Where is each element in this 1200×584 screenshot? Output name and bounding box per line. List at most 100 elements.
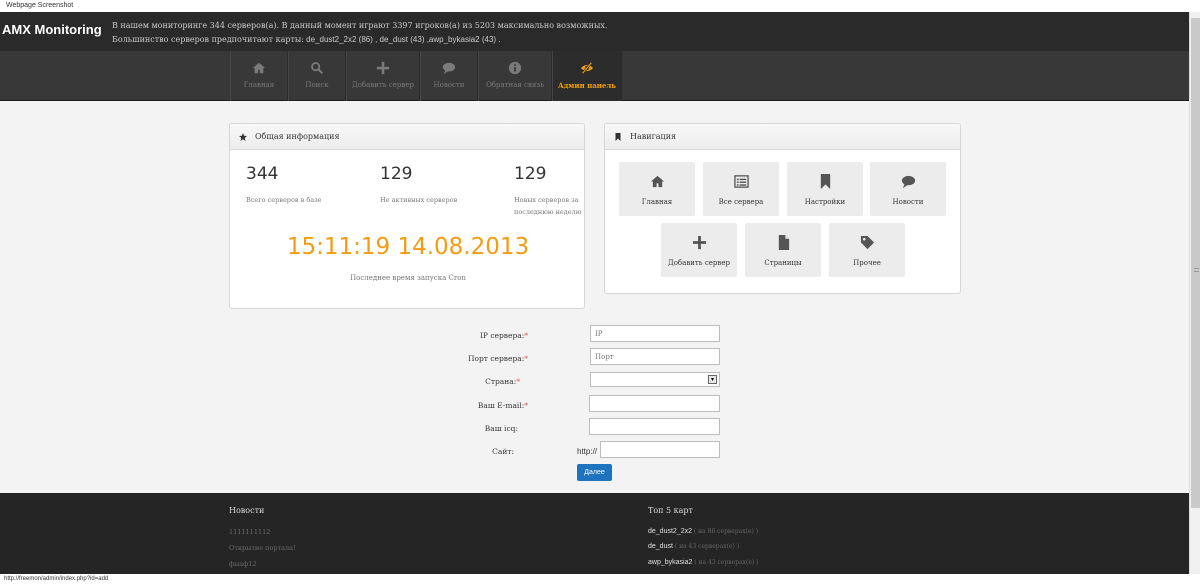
search-icon — [311, 62, 323, 74]
panel-title: Навигация — [630, 132, 677, 141]
map-name: de_dust — [648, 543, 673, 550]
stat-inactive-servers: 129 Не активных серверов — [380, 164, 490, 206]
country-label: Страна:* — [400, 377, 520, 386]
plus-icon — [376, 61, 390, 75]
stat-label: Всего серверов в базе — [246, 196, 322, 204]
vertical-scrollbar[interactable] — [1189, 12, 1200, 574]
bookmark-icon — [615, 132, 621, 141]
nav-tile-settings[interactable]: Настройки — [787, 162, 863, 216]
country-select[interactable]: ▾ — [590, 372, 720, 387]
nav-tile-add-server[interactable]: Добавить сервер — [661, 223, 737, 277]
map-name: de_dust2_2x2 — [648, 528, 692, 535]
nav-item-home[interactable]: Главная — [230, 51, 288, 101]
nav-item-label: Поиск — [305, 81, 329, 89]
tile-label: Прочее — [853, 259, 881, 267]
scrollbar-thumb[interactable] — [1191, 18, 1200, 508]
port-label-text: Порт сервера: — [467, 354, 525, 363]
next-button[interactable]: Далее — [577, 464, 612, 481]
nav-item-admin-panel[interactable]: Админ панель — [552, 51, 622, 101]
stat-total-servers: 344 Всего серверов в базе — [246, 164, 356, 206]
header-stats: В нашем мониторинге 344 серверов(а). В д… — [112, 19, 607, 47]
comment-icon — [901, 175, 915, 189]
stat-label: Не активных серверов — [380, 196, 458, 204]
cron-last-run-label: Последнее время запуска Cron — [350, 274, 466, 282]
site-footer: Новости 1111111112 Открытие портала! фыа… — [0, 493, 1189, 574]
nav-item-feedback[interactable]: Обратная связь — [478, 51, 552, 101]
nav-tile-pages[interactable]: Страницы — [745, 223, 821, 277]
nav-tile-news[interactable]: Новости — [870, 162, 946, 216]
status-bar-url: http://freemon/admin/index.php?id=add — [0, 574, 1200, 584]
required-mark: * — [516, 377, 520, 386]
nav-tile-other[interactable]: Прочее — [829, 223, 905, 277]
header-maps-list: de_dust2_2x2 (86) , de_dust (43) ,awp_by… — [303, 35, 501, 44]
nav-item-news[interactable]: Новости — [420, 51, 478, 101]
list-icon — [733, 175, 749, 188]
nav-item-label: Главная — [243, 81, 275, 89]
home-icon — [650, 175, 664, 188]
icq-label: Ваш icq: — [484, 424, 518, 433]
nav-item-label: Обратная связь — [486, 81, 544, 89]
nav-item-label: Админ панель — [557, 81, 617, 90]
map-count: ( на 43 серверах(е) ) — [692, 559, 759, 566]
map-name: awp_bykasia2 — [648, 559, 693, 566]
port-input[interactable] — [590, 348, 720, 365]
ip-label-text: IP сервера: — [479, 331, 525, 340]
scrollbar-grip-icon — [1194, 268, 1199, 272]
panel-title: Общая информация — [255, 132, 340, 141]
header-stats-line2: Большинство серверов предпочитают карты:… — [112, 33, 607, 47]
header-stats-line1: В нашем мониторинге 344 серверов(а). В д… — [112, 21, 608, 30]
nav-item-label: Новости — [433, 81, 465, 89]
cron-last-run-time: 15:11:19 14.08.2013 — [286, 234, 530, 260]
chevron-down-icon[interactable]: ▾ — [708, 375, 717, 384]
tile-label: Добавить сервер — [668, 259, 730, 267]
email-input[interactable] — [589, 395, 720, 412]
home-icon — [252, 62, 266, 74]
screenshot-caption: Webpage Screenshot — [0, 0, 1200, 12]
tile-label: Главная — [641, 198, 673, 206]
site-input[interactable] — [600, 441, 720, 458]
nav-item-label: Добавить сервер — [352, 81, 414, 89]
navigation-panel: Навигация Главная Все сервера Настройки … — [604, 123, 961, 294]
main-nav: Главная Поиск Добавить сервер Новости Об… — [0, 51, 1189, 101]
stat-label: Новых серверов за последнюю неделю — [514, 196, 582, 216]
footer-map-item[interactable]: de_dust2_2x2 ( на 86 серверах(е) ) — [648, 528, 758, 535]
stat-value: 344 — [246, 164, 279, 184]
site-header: AMX Monitoring В нашем мониторинге 344 с… — [0, 12, 1189, 51]
bookmark-icon — [820, 174, 830, 189]
comment-icon — [442, 62, 456, 75]
eye-slash-icon — [580, 62, 594, 74]
footer-map-item[interactable]: awp_bykasia2 ( на 43 серверах(е) ) — [648, 559, 759, 566]
nav-item-search[interactable]: Поиск — [288, 51, 346, 101]
star-icon — [239, 132, 247, 141]
stat-value: 129 — [380, 164, 413, 184]
ip-input[interactable] — [590, 325, 720, 342]
tile-label: Новости — [892, 198, 924, 206]
site-logo[interactable]: AMX Monitoring — [2, 22, 102, 37]
email-label-text: Ваш E-mail: — [477, 401, 525, 410]
required-mark: * — [524, 331, 528, 340]
footer-maps-title: Топ 5 карт — [648, 506, 693, 515]
icq-input[interactable] — [589, 418, 720, 435]
nav-tile-home[interactable]: Главная — [619, 162, 695, 216]
tag-icon — [860, 235, 874, 250]
general-info-panel: Общая информация 344 Всего серверов в ба… — [229, 123, 585, 309]
site-prefix: http:// — [577, 447, 598, 456]
required-mark: * — [524, 354, 528, 363]
map-count: ( на 43 серверах(е) ) — [672, 543, 740, 550]
site-label: Сайт: — [492, 447, 514, 456]
nav-item-add-server[interactable]: Добавить сервер — [346, 51, 420, 101]
nav-tile-all-servers[interactable]: Все сервера — [703, 162, 779, 216]
footer-map-item[interactable]: de_dust ( на 43 серверах(е) ) — [648, 543, 739, 550]
tile-label: Настройки — [804, 198, 846, 206]
footer-news-title: Новости — [229, 506, 265, 515]
footer-news-item[interactable]: фыаф12 — [229, 560, 257, 568]
footer-news-item[interactable]: Открытие портала! — [229, 544, 296, 552]
footer-news-item[interactable]: 1111111112 — [229, 528, 270, 536]
file-icon — [778, 235, 789, 250]
panel-header: Общая информация — [230, 124, 584, 150]
country-label-text: Страна: — [485, 377, 517, 386]
map-count: ( на 86 серверах(е) ) — [691, 528, 759, 535]
port-label: Порт сервера:* — [408, 354, 528, 363]
info-icon — [508, 61, 522, 75]
stat-value: 129 — [514, 164, 547, 184]
